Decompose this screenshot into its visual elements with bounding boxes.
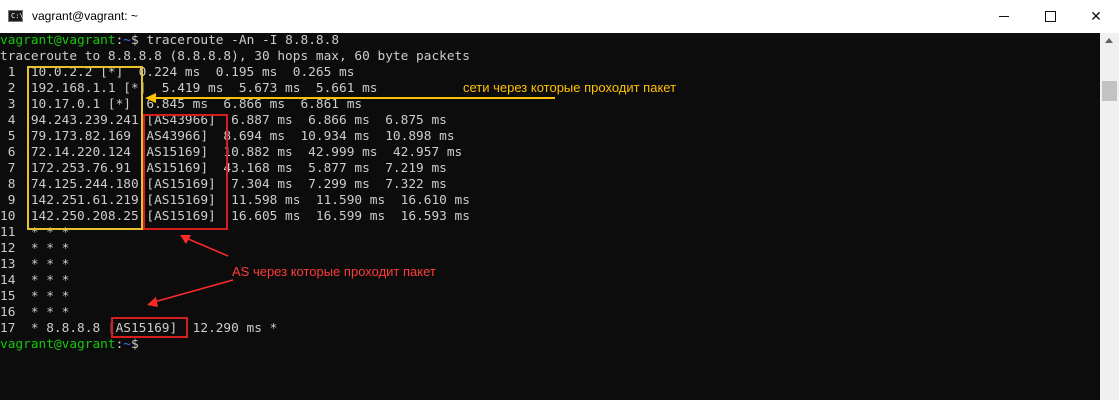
prompt-user-host: vagrant@vagrant bbox=[0, 33, 116, 48]
minimize-button[interactable] bbox=[981, 0, 1027, 33]
prompt-path: ~ bbox=[123, 33, 132, 48]
destination-as-highlight-box bbox=[111, 317, 188, 338]
prompt-symbol: $ bbox=[131, 33, 139, 48]
hop-line: 16 * * * bbox=[0, 305, 70, 320]
terminal-icon: C:\ bbox=[8, 10, 24, 22]
as-highlight-box bbox=[143, 114, 228, 230]
as-annotation-label: AS через которые проходит пакет bbox=[232, 264, 436, 279]
window-title: vagrant@vagrant: ~ bbox=[32, 9, 138, 23]
maximize-button[interactable] bbox=[1027, 0, 1073, 33]
prompt-symbol: $ bbox=[131, 337, 139, 352]
output-header: traceroute to 8.8.8.8 (8.8.8.8), 30 hops… bbox=[0, 49, 470, 64]
networks-annotation-label: сети через которые проходит пакет bbox=[463, 80, 677, 95]
prompt-line: vagrant@vagrant:~$ bbox=[0, 337, 139, 353]
prompt-line: vagrant@vagrant:~$ traceroute -An -I 8.8… bbox=[0, 33, 339, 49]
maximize-icon bbox=[1044, 11, 1056, 22]
prompt-path: ~ bbox=[123, 337, 132, 352]
terminal-icon-label: C:\ bbox=[11, 12, 24, 20]
scroll-thumb[interactable] bbox=[1102, 81, 1117, 101]
close-button[interactable]: ✕ bbox=[1073, 0, 1119, 33]
hop-line: 13 * * * bbox=[0, 257, 70, 272]
title-bar: C:\ vagrant@vagrant: ~ ✕ bbox=[0, 0, 1119, 34]
close-icon: ✕ bbox=[1090, 8, 1102, 25]
minimize-icon bbox=[999, 16, 1009, 17]
prompt-command: traceroute -An -I 8.8.8.8 bbox=[138, 33, 340, 48]
prompt-user-host: vagrant@vagrant bbox=[0, 337, 116, 352]
networks-highlight-box bbox=[27, 66, 143, 230]
scroll-up-arrow-icon[interactable] bbox=[1105, 38, 1113, 43]
hop-line: 12 * * * bbox=[0, 241, 70, 256]
hop-line: 15 * * * bbox=[0, 289, 70, 304]
hop-line: 14 * * * bbox=[0, 273, 70, 288]
vertical-scrollbar[interactable] bbox=[1100, 33, 1119, 400]
